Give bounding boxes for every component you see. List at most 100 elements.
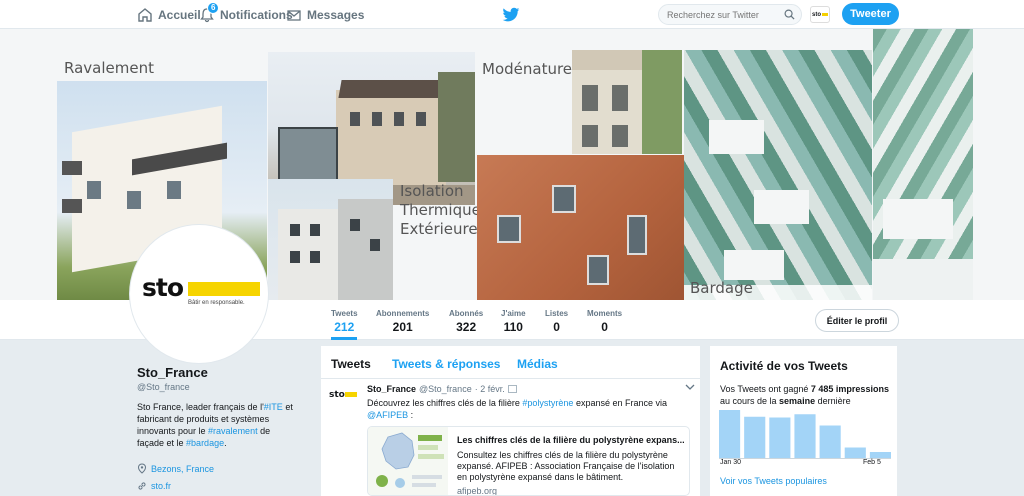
url-text: sto.fr xyxy=(151,481,172,491)
timeline-tabs: Tweets Tweets & réponses Médias xyxy=(321,346,700,379)
impressions-bar-1[interactable] xyxy=(744,416,766,458)
location-pin-icon xyxy=(137,463,147,474)
link-card-image xyxy=(368,427,448,495)
stat-tweets-value: 212 xyxy=(334,320,355,334)
twitter-bird-icon[interactable] xyxy=(502,7,520,23)
tweet-text: Découvrez les chiffres clés de la filièr… xyxy=(367,397,687,421)
activity-impressions: 7 485 impressions xyxy=(810,384,889,394)
tab-tweets-replies[interactable]: Tweets & réponses xyxy=(392,357,500,371)
search-input[interactable] xyxy=(658,4,802,25)
tweet-avatar-bar xyxy=(344,392,357,397)
impressions-bar-3[interactable] xyxy=(794,414,816,458)
sto-logo-bar xyxy=(188,282,260,296)
hashtag-ite[interactable]: #ITE xyxy=(264,402,283,412)
account-avatar[interactable]: sto xyxy=(810,6,830,23)
profile-picture[interactable]: sto Bâtir en responsable. xyxy=(130,225,268,363)
banner-label-bardage: Bardage xyxy=(690,279,753,297)
hashtag-bardage[interactable]: #bardage xyxy=(186,438,224,448)
stat-following-value: 201 xyxy=(392,320,413,334)
tweet-text-2: expansé en France via xyxy=(573,398,667,408)
popular-tweets-link[interactable]: Voir vos Tweets populaires xyxy=(720,476,827,486)
profile-bio: Sto France, leader français de l'#ITE et… xyxy=(137,401,297,449)
nav-home-label: Accueil xyxy=(158,8,201,22)
activity-week: semaine xyxy=(779,396,816,406)
impressions-bar-4[interactable] xyxy=(819,425,841,459)
stat-tweets-label: Tweets xyxy=(331,309,358,318)
timeline: Tweets Tweets & réponses Médias sto Sto_… xyxy=(321,346,700,496)
banner-photo-right xyxy=(873,29,973,300)
stat-lists-label: Listes xyxy=(545,309,569,318)
stat-followers[interactable]: Abonnés 322 xyxy=(449,309,483,334)
tweet-text-1: Découvrez les chiffres clés de la filièr… xyxy=(367,398,523,408)
sto-tagline: Bâtir en responsable. xyxy=(188,300,245,306)
profile-url[interactable]: sto.fr xyxy=(137,481,171,491)
home-icon xyxy=(138,8,152,22)
link-card-description: Consultez les chiffres clés de la filièr… xyxy=(457,450,675,482)
activity-text-1: Vos Tweets ont gagné xyxy=(720,384,811,394)
link-card-url: afipeb.org xyxy=(457,486,498,496)
stat-followers-label: Abonnés xyxy=(449,309,484,318)
hashtag-polystyrene[interactable]: #polystyrène xyxy=(522,398,573,408)
impressions-bar-2[interactable] xyxy=(769,417,791,459)
stat-moments[interactable]: Moments 0 xyxy=(587,309,622,334)
tweet-button[interactable]: Tweeter xyxy=(842,3,899,25)
mention-afipeb[interactable]: @AFIPEB xyxy=(367,410,408,420)
envelope-icon xyxy=(287,10,301,21)
link-card[interactable]: Les chiffres clés de la filière du polys… xyxy=(367,426,690,496)
location-text: Bezons, France xyxy=(151,463,215,474)
bio-text-4: . xyxy=(224,438,227,448)
impressions-bar-chart[interactable] xyxy=(719,408,891,460)
profile-name[interactable]: Sto_France xyxy=(137,365,208,380)
impressions-bar-0[interactable] xyxy=(719,410,741,458)
stat-following-label: Abonnements xyxy=(376,309,430,318)
tweet-text-3: : xyxy=(408,410,414,420)
activity-text-3: dernière xyxy=(815,396,851,406)
tweet-time[interactable]: · 2 févr. xyxy=(475,384,505,394)
impressions-bar-6[interactable] xyxy=(869,452,891,458)
tweet-header: Sto_France @Sto_france · 2 févr. xyxy=(367,384,517,394)
banner-photo-bardage xyxy=(684,50,872,300)
translate-icon xyxy=(507,385,517,393)
edit-profile-button[interactable]: Éditer le profil xyxy=(815,309,899,332)
tab-tweets[interactable]: Tweets xyxy=(331,357,371,371)
stat-following[interactable]: Abonnements 201 xyxy=(376,309,429,334)
banner-label-ravalement: Ravalement xyxy=(64,59,154,77)
stat-likes-value: 110 xyxy=(503,320,523,334)
search-icon[interactable] xyxy=(784,9,795,20)
stat-likes[interactable]: J'aime 110 xyxy=(501,309,526,334)
profile-location[interactable]: Bezons, France xyxy=(137,463,214,474)
nav-messages-label: Messages xyxy=(307,8,365,22)
impressions-bar-5[interactable] xyxy=(844,447,866,459)
chart-x-start: Jan 30 xyxy=(720,459,742,466)
link-card-title: Les chiffres clés de la filière du polys… xyxy=(457,435,685,445)
tweet-author-handle[interactable]: @Sto_france xyxy=(419,384,472,394)
activity-text-2: au cours de la xyxy=(720,396,780,406)
chart-x-end: Feb 5 xyxy=(863,459,881,466)
stat-lists[interactable]: Listes 0 xyxy=(545,309,568,334)
stat-followers-value: 322 xyxy=(456,320,477,334)
stat-moments-label: Moments xyxy=(587,309,623,318)
link-icon xyxy=(138,482,146,490)
nav-notifications[interactable]: 6 Notifications xyxy=(199,2,293,23)
activity-text: Vos Tweets ont gagné 7 485 impressions a… xyxy=(720,383,895,407)
banner-photo-isolation xyxy=(268,179,393,300)
banner-label-modenatures: Modénatures xyxy=(482,60,580,78)
chevron-down-icon[interactable] xyxy=(685,383,695,391)
tweet-author-name[interactable]: Sto_France xyxy=(367,384,416,394)
stat-tweets[interactable]: Tweets 212 xyxy=(331,309,358,334)
stat-moments-value: 0 xyxy=(601,320,608,334)
banner-photo-modenatures xyxy=(572,50,682,154)
banner-label-isolation: Isolation Thermique Extérieure xyxy=(400,182,481,239)
banner-label-isolation-2: Thermique xyxy=(400,201,481,219)
nav-messages[interactable]: Messages xyxy=(286,7,364,23)
account-avatar-text: sto xyxy=(812,11,821,18)
nav-notifications-label: Notifications xyxy=(220,8,293,22)
active-stat-underline xyxy=(331,337,357,340)
sto-yellow-bar xyxy=(822,13,828,16)
activity-title: Activité de vos Tweets xyxy=(720,359,848,373)
hashtag-ravalement[interactable]: #ravalement xyxy=(208,426,258,436)
tab-media[interactable]: Médias xyxy=(517,357,558,371)
nav-home[interactable]: Accueil xyxy=(137,7,201,23)
tweet-avatar[interactable]: sto xyxy=(329,390,361,414)
profile-handle: @Sto_france xyxy=(137,382,190,392)
